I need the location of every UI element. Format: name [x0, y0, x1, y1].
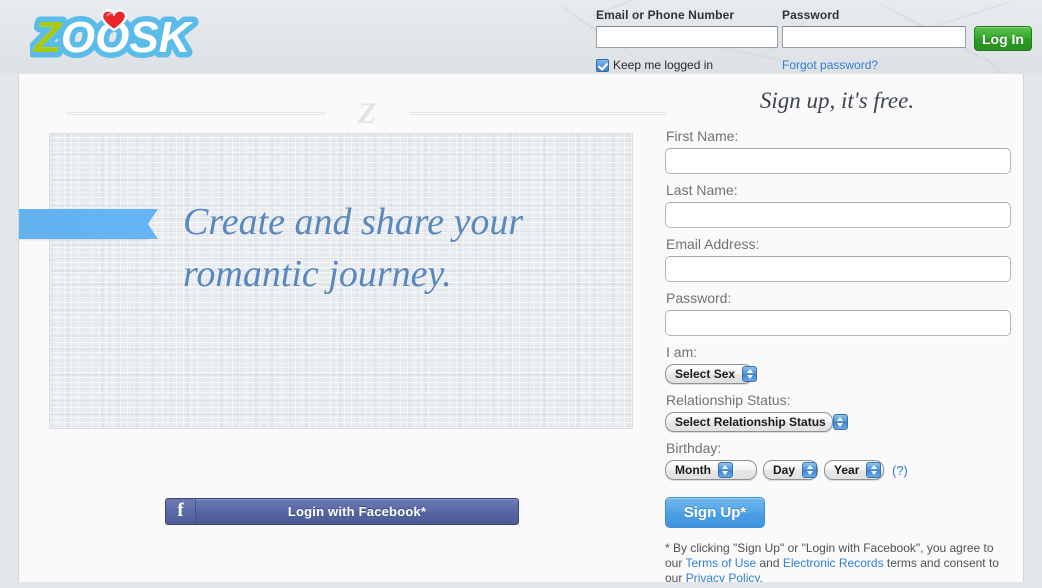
main-content-panel: Z Create and share your romantic journey… — [18, 73, 1024, 582]
signup-title: Sign up, it's free. — [759, 88, 915, 113]
forgot-password-link[interactable]: Forgot password? — [782, 58, 878, 72]
first-name-label: First Name: — [666, 128, 739, 144]
zoosk-logo[interactable]: ZOOSK ZOOSK Z ZOOSK — [30, 8, 202, 66]
login-email-input[interactable] — [596, 26, 778, 48]
relationship-status-select[interactable]: Select Relationship Status — [665, 412, 848, 432]
site-header: ZOOSK ZOOSK Z ZOOSK Email or Phone Numbe… — [0, 0, 1042, 73]
chevron-updown-icon[interactable] — [832, 414, 848, 430]
last-name-input[interactable] — [665, 202, 1011, 228]
sign-up-button[interactable]: Sign Up* — [665, 497, 765, 528]
keep-me-logged-in-group[interactable]: Keep me logged in — [596, 58, 713, 72]
terms-of-use-link[interactable]: Terms of Use — [685, 556, 756, 570]
login-with-facebook-label: Login with Facebook* — [287, 504, 427, 519]
birthday-row: Month Day Year (?) — [665, 460, 1023, 486]
login-password-label: Password — [782, 8, 840, 22]
birthday-year-select[interactable]: Year — [824, 460, 884, 480]
terms-disclaimer: * By clicking "Sign Up" or "Login with F… — [665, 541, 1009, 582]
zoosk-watermark-icon: Z — [357, 97, 377, 130]
birthday-month-select[interactable]: Month — [665, 460, 757, 480]
sex-select-value: Select Sex — [675, 367, 736, 381]
birthday-label: Birthday: — [666, 440, 722, 456]
password-label: Password: — [666, 290, 732, 306]
divider-rule-left — [67, 112, 325, 115]
terms-text-part2: and — [756, 556, 783, 570]
last-name-label: Last Name: — [666, 182, 738, 198]
birthday-help-link[interactable]: (?) — [892, 463, 908, 478]
keep-me-logged-in-label: Keep me logged in — [613, 58, 714, 72]
login-password-group: Password — [782, 8, 966, 48]
first-name-input[interactable] — [665, 148, 1011, 174]
privacy-policy-link[interactable]: Privacy Policy — [686, 571, 760, 582]
birthday-year-value: Year — [834, 463, 860, 477]
login-with-facebook-button[interactable]: f Login with Facebook* — [165, 498, 519, 525]
hero-image-panel: Create and share your romantic journey. — [49, 133, 633, 429]
terms-text-part4: . — [759, 571, 763, 582]
chevron-updown-icon[interactable] — [866, 462, 882, 478]
facebook-icon: f — [166, 499, 196, 524]
svg-text:Z: Z — [32, 13, 63, 62]
sex-label: I am: — [666, 344, 698, 360]
signup-form: Sign up, it's free. First Name: Last Nam… — [665, 74, 1023, 582]
birthday-month-value: Month — [675, 463, 711, 477]
chevron-updown-icon[interactable] — [717, 462, 733, 478]
login-email-group: Email or Phone Number — [596, 8, 778, 48]
log-in-button[interactable]: Log In — [974, 26, 1032, 51]
password-input[interactable] — [665, 310, 1011, 336]
keep-me-logged-in-checkbox[interactable] — [596, 58, 609, 72]
decorative-divider: Z — [67, 98, 667, 130]
relationship-status-label: Relationship Status: — [666, 392, 791, 408]
chevron-updown-icon[interactable] — [802, 462, 818, 478]
login-password-input[interactable] — [782, 26, 966, 48]
blue-ribbon-accent — [19, 209, 158, 239]
hero-tagline: Create and share your romantic journey. — [183, 201, 524, 295]
electronic-records-link[interactable]: Electronic Records — [783, 556, 884, 570]
sex-select[interactable]: Select Sex — [665, 364, 758, 384]
divider-rule-right — [409, 112, 667, 115]
login-email-label: Email or Phone Number — [596, 8, 735, 22]
birthday-day-select[interactable]: Day — [763, 460, 818, 480]
chevron-updown-icon[interactable] — [742, 366, 758, 382]
birthday-day-value: Day — [773, 463, 796, 477]
email-address-label: Email Address: — [666, 236, 760, 252]
relationship-status-select-value: Select Relationship Status — [675, 415, 826, 429]
login-form: Email or Phone Number Password Keep me l… — [596, 8, 1032, 72]
email-address-input[interactable] — [665, 256, 1011, 282]
